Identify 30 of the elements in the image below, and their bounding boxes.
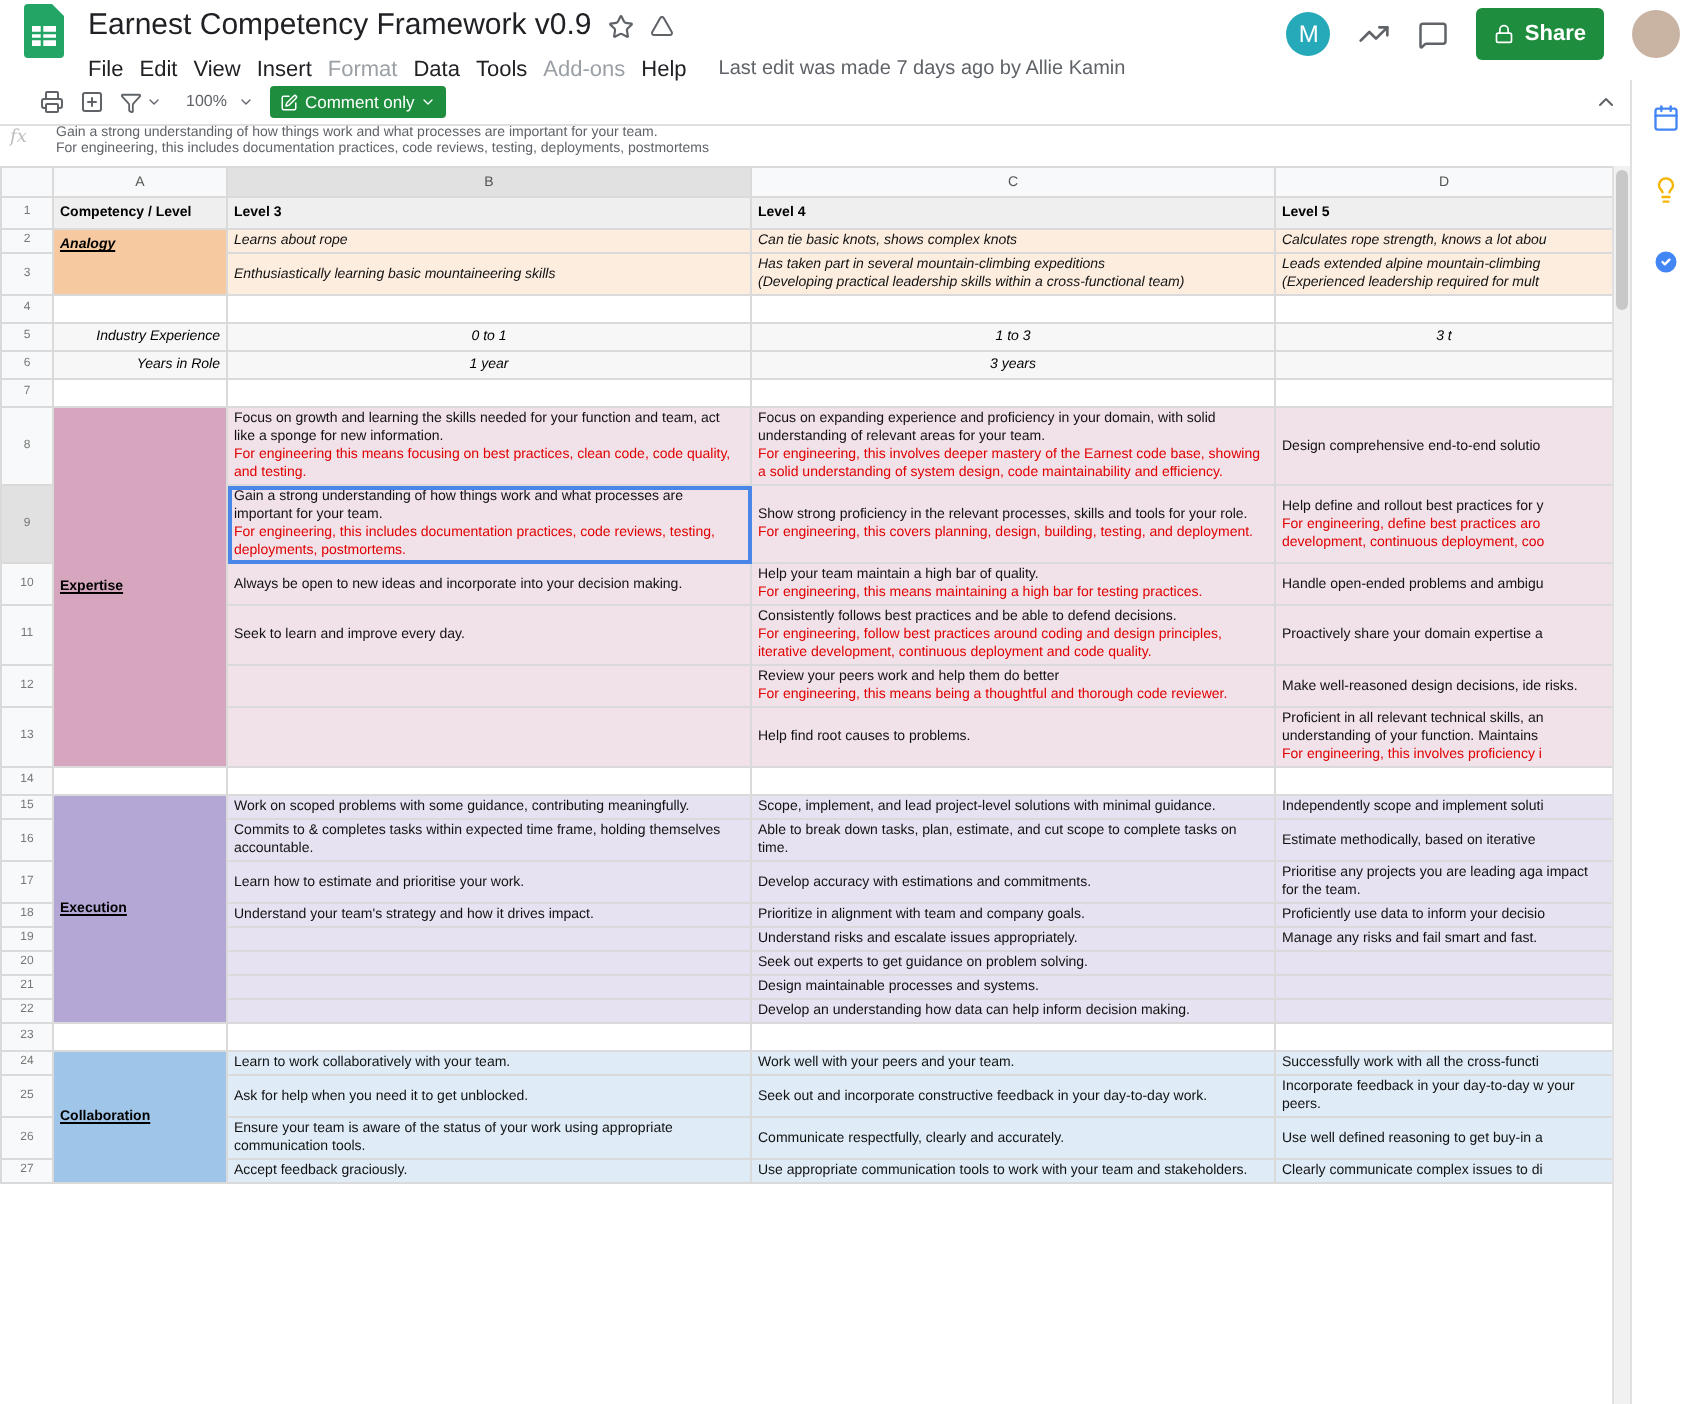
menu-item[interactable]: Insert xyxy=(256,53,312,86)
pen-icon xyxy=(280,93,299,111)
filter-icon[interactable] xyxy=(120,91,142,113)
menu-item[interactable]: Help xyxy=(641,53,687,86)
document-title[interactable]: Earnest Competency Framework v0.9 xyxy=(88,4,592,49)
menu-item[interactable]: View xyxy=(193,53,241,86)
share-button[interactable]: Share xyxy=(1476,8,1604,60)
scrollbar-thumb[interactable] xyxy=(1616,170,1628,310)
menu-item[interactable]: File xyxy=(88,53,124,86)
caret-icon[interactable] xyxy=(146,94,162,110)
calendar-icon[interactable] xyxy=(1652,104,1680,132)
spreadsheet-logo-icon[interactable] xyxy=(24,4,64,58)
comment-icon[interactable] xyxy=(1418,19,1449,49)
triangle-icon[interactable] xyxy=(649,14,674,39)
check-icon[interactable] xyxy=(1652,248,1680,276)
comment-only-button[interactable]: Comment only xyxy=(270,86,447,118)
menu-item[interactable]: Tools xyxy=(475,53,528,86)
lock-icon xyxy=(1494,24,1515,44)
menu-item[interactable]: Data xyxy=(413,53,460,86)
function-icon: fx xyxy=(0,126,56,153)
print-icon[interactable] xyxy=(40,90,64,114)
zoom-dropdown[interactable]: 100% xyxy=(186,90,255,114)
scrollbar[interactable] xyxy=(1612,166,1630,1404)
add-icon[interactable] xyxy=(80,90,104,114)
star-icon[interactable] xyxy=(607,13,634,40)
menu-item[interactable]: Edit xyxy=(139,53,178,86)
last-edit-text[interactable]: Last edit was made 7 days ago by Allie Kamin xyxy=(718,54,1126,85)
account-avatar[interactable]: M xyxy=(1286,12,1331,56)
caret-icon xyxy=(420,94,437,110)
caret-icon xyxy=(238,94,255,110)
